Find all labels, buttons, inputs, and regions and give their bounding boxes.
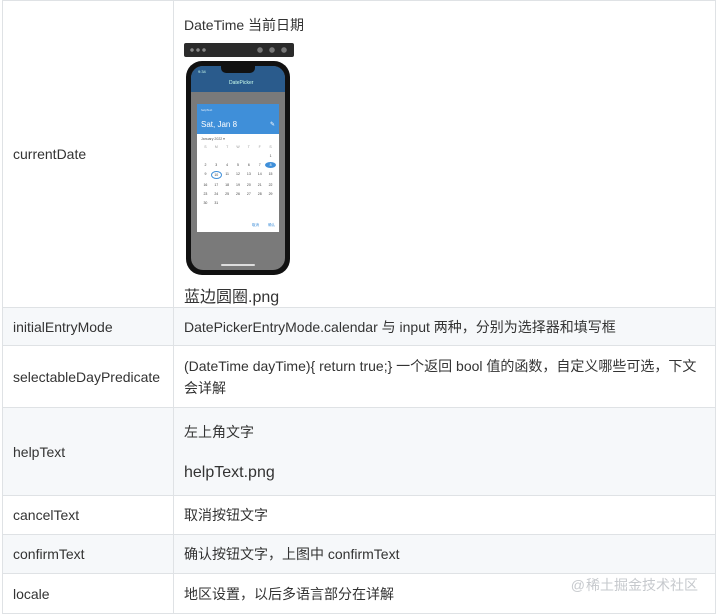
calendar-day: 14 bbox=[254, 171, 265, 177]
image-label: helpText.png bbox=[184, 464, 705, 482]
param-name: confirmText bbox=[3, 535, 174, 574]
calendar-day bbox=[233, 200, 244, 206]
calendar-day bbox=[233, 153, 244, 159]
calendar-day: 31 bbox=[211, 200, 222, 206]
calendar-day: 9 bbox=[200, 171, 211, 177]
calendar-day: 2 bbox=[200, 162, 211, 168]
calendar-day: 26 bbox=[233, 191, 244, 197]
calendar-day bbox=[222, 153, 233, 159]
calendar-day: 5 bbox=[233, 162, 244, 168]
table-row: selectableDayPredicate (DateTime dayTime… bbox=[3, 346, 716, 408]
table-row: confirmText 确认按钮文字，上图中 confirmText bbox=[3, 535, 716, 574]
pencil-icon: ✎ bbox=[270, 121, 275, 128]
calendar-day bbox=[254, 200, 265, 206]
calendar-day: 11 bbox=[222, 171, 233, 177]
calendar-day: 22 bbox=[265, 182, 276, 188]
weekday-label: W bbox=[233, 144, 244, 150]
selected-date: Sat, Jan 8 bbox=[201, 120, 237, 129]
calendar-day: 25 bbox=[222, 191, 233, 197]
at-icon: @ bbox=[571, 577, 585, 593]
calendar-day: 8 bbox=[265, 162, 276, 168]
table-row: initialEntryMode DatePickerEntryMode.cal… bbox=[3, 308, 716, 346]
watermark: @稀土掘金技术社区 bbox=[571, 575, 698, 595]
appbar-title: DatePicker bbox=[229, 80, 253, 86]
calendar-day: 12 bbox=[233, 171, 244, 177]
table-row: helpText 左上角文字 helpText.png bbox=[3, 408, 716, 496]
calendar-day: 7 bbox=[254, 162, 265, 168]
calendar-day: 13 bbox=[243, 171, 254, 177]
param-name: locale bbox=[3, 574, 174, 614]
param-name: selectableDayPredicate bbox=[3, 346, 174, 408]
calendar-day: 17 bbox=[211, 182, 222, 188]
calendar-grid: SMTWTFS123456789101112131415161718192021… bbox=[197, 144, 279, 206]
calendar-day: 27 bbox=[243, 191, 254, 197]
calendar-day: 1 bbox=[265, 153, 276, 159]
calendar-day: 3 bbox=[211, 162, 222, 168]
calendar-day: 20 bbox=[243, 182, 254, 188]
calendar-day: 29 bbox=[265, 191, 276, 197]
param-table: currentDate DateTime 当前日期 9:34 DatePicke… bbox=[2, 0, 716, 614]
calendar-day: 24 bbox=[211, 191, 222, 197]
simulator-titlebar bbox=[184, 43, 294, 57]
calendar-day bbox=[243, 200, 254, 206]
desc-text: 左上角文字 bbox=[184, 422, 705, 442]
calendar-day: 4 bbox=[222, 162, 233, 168]
date-picker-dialog: helpText Sat, Jan 8 ✎ January 2022 ▾ SMT… bbox=[197, 104, 279, 232]
calendar-day bbox=[265, 200, 276, 206]
watermark-text: 稀土掘金技术社区 bbox=[586, 577, 698, 593]
table-row: cancelText 取消按钮文字 bbox=[3, 496, 716, 535]
calendar-day: 18 bbox=[222, 182, 233, 188]
calendar-day: 28 bbox=[254, 191, 265, 197]
calendar-day bbox=[211, 153, 222, 159]
calendar-day bbox=[243, 153, 254, 159]
weekday-label: S bbox=[265, 144, 276, 150]
param-name: helpText bbox=[3, 408, 174, 496]
weekday-label: S bbox=[200, 144, 211, 150]
calendar-day: 6 bbox=[243, 162, 254, 168]
calendar-day: 16 bbox=[200, 182, 211, 188]
help-text: helpText bbox=[201, 108, 212, 112]
confirm-button: 确认 bbox=[268, 223, 275, 227]
calendar-day: 15 bbox=[265, 171, 276, 177]
weekday-label: T bbox=[243, 144, 254, 150]
weekday-label: F bbox=[254, 144, 265, 150]
param-name: initialEntryMode bbox=[3, 308, 174, 346]
cancel-button: 取消 bbox=[252, 223, 259, 227]
calendar-day: 10 bbox=[211, 171, 222, 179]
calendar-day: 19 bbox=[233, 182, 244, 188]
param-desc: DateTime 当前日期 9:34 DatePicker helpText S… bbox=[174, 1, 716, 308]
calendar-day bbox=[254, 153, 265, 159]
param-name: cancelText bbox=[3, 496, 174, 535]
calendar-day bbox=[222, 200, 233, 206]
calendar-day: 23 bbox=[200, 191, 211, 197]
calendar-day bbox=[200, 153, 211, 159]
month-selector: January 2022 ▾ bbox=[197, 134, 279, 144]
status-time: 9:34 bbox=[198, 69, 206, 74]
desc-text: DateTime 当前日期 bbox=[184, 15, 705, 35]
param-desc: 确认按钮文字，上图中 confirmText bbox=[174, 535, 716, 574]
image-label: 蓝边圆圈.png bbox=[184, 283, 705, 307]
param-desc: 左上角文字 helpText.png bbox=[174, 408, 716, 496]
weekday-label: T bbox=[222, 144, 233, 150]
weekday-label: M bbox=[211, 144, 222, 150]
param-desc: DatePickerEntryMode.calendar 与 input 两种，… bbox=[174, 308, 716, 346]
table-row: currentDate DateTime 当前日期 9:34 DatePicke… bbox=[3, 1, 716, 308]
param-desc: (DateTime dayTime){ return true;} 一个返回 b… bbox=[174, 346, 716, 408]
calendar-day: 30 bbox=[200, 200, 211, 206]
phone-screenshot: 9:34 DatePicker helpText Sat, Jan 8 ✎ Ja… bbox=[186, 61, 290, 275]
param-name: currentDate bbox=[3, 1, 174, 308]
param-desc: 取消按钮文字 bbox=[174, 496, 716, 535]
calendar-day: 21 bbox=[254, 182, 265, 188]
